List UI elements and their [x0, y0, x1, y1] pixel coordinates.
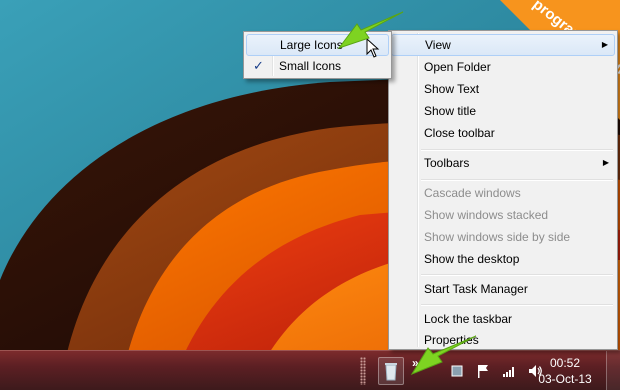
- menu-item-label: Lock the taskbar: [424, 312, 513, 326]
- menu-item-label: Cascade windows: [424, 186, 521, 200]
- menu-item-label: View: [425, 38, 451, 52]
- menu-item-show-windows-stacked: Show windows stacked: [391, 204, 615, 226]
- annotation-arrow-icon: [410, 335, 477, 376]
- menu-item-lock-taskbar[interactable]: Lock the taskbar: [391, 308, 615, 330]
- menu-item-cascade-windows: Cascade windows: [391, 182, 615, 204]
- menu-separator: [421, 304, 613, 306]
- submenu-arrow-icon: ▶: [601, 40, 608, 49]
- menu-separator: [421, 149, 613, 151]
- menu-item-label: Show the desktop: [424, 252, 520, 266]
- checkmark-icon: ✓: [253, 58, 264, 73]
- menu-item-label: Open Folder: [424, 60, 491, 74]
- toolbar-grip[interactable]: [360, 357, 366, 385]
- taskbar: » 00:52 03-Oct-13: [0, 350, 620, 390]
- show-desktop-button[interactable]: [606, 351, 620, 390]
- menu-item-open-folder[interactable]: Open Folder: [391, 56, 615, 78]
- annotation-arrow-icon: [337, 11, 404, 49]
- taskbar-context-menu: View ▶ Open Folder Show Text Show title …: [388, 30, 618, 350]
- menu-item-show-text[interactable]: Show Text: [391, 78, 615, 100]
- menu-item-show-windows-side-by-side: Show windows side by side: [391, 226, 615, 248]
- taskbar-clock[interactable]: 00:52 03-Oct-13: [530, 355, 600, 387]
- menu-item-label: Toolbars: [424, 156, 470, 170]
- menu-item-toolbars[interactable]: Toolbars ▶: [391, 152, 615, 174]
- menu-item-show-desktop[interactable]: Show the desktop: [391, 248, 615, 270]
- menu-item-show-title[interactable]: Show title: [391, 100, 615, 122]
- menu-item-label: Small Icons: [279, 59, 342, 73]
- menu-item-label: Show Text: [424, 82, 480, 96]
- menu-item-view[interactable]: View ▶: [391, 34, 615, 56]
- menu-item-label: Close toolbar: [424, 126, 495, 140]
- menu-item-label: Show windows stacked: [424, 208, 549, 222]
- menu-item-label: Show windows side by side: [424, 230, 571, 244]
- menu-separator: [421, 179, 613, 181]
- menu-item-label: Large Icons: [280, 38, 343, 52]
- network-signal-icon[interactable]: [500, 362, 518, 380]
- menu-separator: [421, 274, 613, 276]
- menu-item-label: Start Task Manager: [424, 282, 528, 296]
- recycle-bin-icon[interactable]: [378, 357, 404, 385]
- submenu-item-small-icons[interactable]: ✓ Small Icons: [246, 55, 389, 77]
- clock-time: 00:52: [549, 356, 581, 370]
- clock-date: 03-Oct-13: [538, 372, 592, 386]
- submenu-arrow-icon: ▶: [602, 158, 609, 167]
- menu-item-close-toolbar[interactable]: Close toolbar: [391, 122, 615, 144]
- menu-item-label: Show title: [424, 104, 477, 118]
- menu-item-start-task-manager[interactable]: Start Task Manager: [391, 278, 615, 300]
